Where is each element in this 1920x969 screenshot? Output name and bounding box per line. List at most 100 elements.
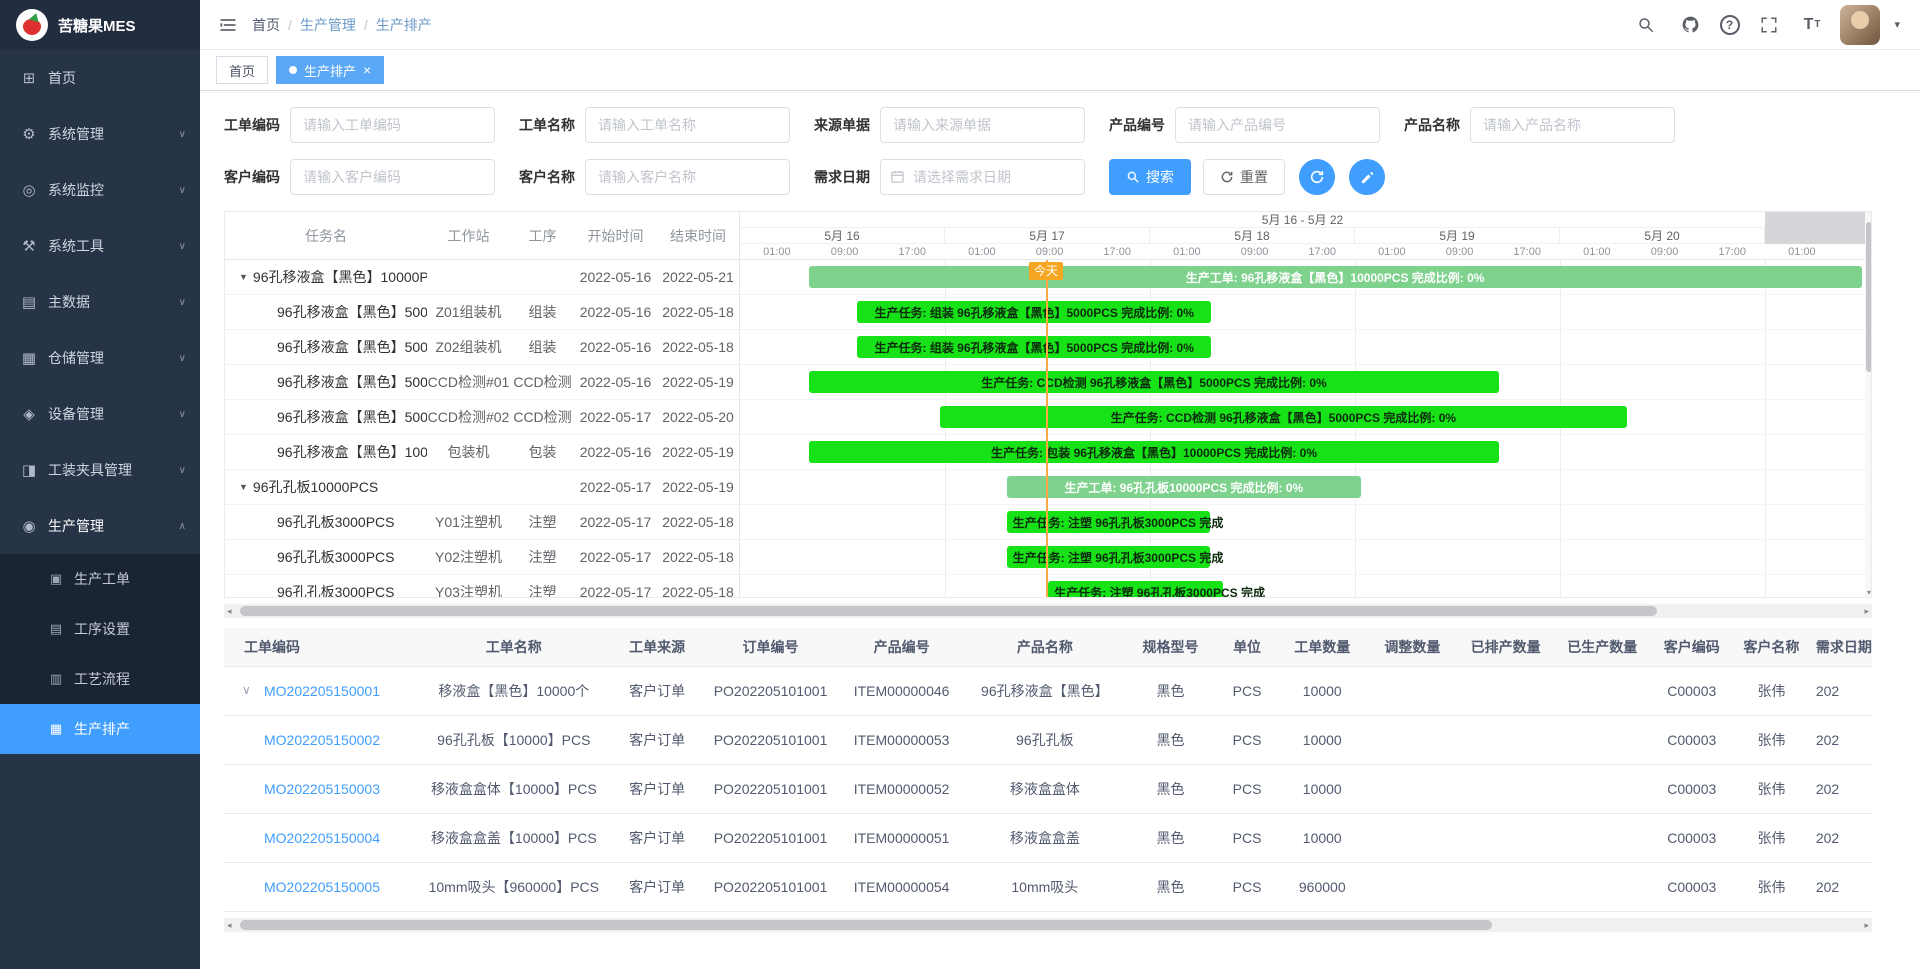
tab-close-icon[interactable]: ×	[363, 63, 371, 77]
gantt-task-row[interactable]: 96孔移液盒【黑色】5000PCSZ02组装机组装2022-05-162022-…	[225, 330, 739, 365]
breadcrumb-item[interactable]: 生产管理	[300, 15, 356, 35]
orders-horizontal-scrollbar-thumb[interactable]	[240, 920, 1492, 930]
sidebar-subitem-0[interactable]: ▣生产工单	[0, 554, 200, 604]
gantt-task-row[interactable]: 96孔移液盒【黑色】5000PCSCCD检测#02CCD检测2022-05-17…	[225, 400, 739, 435]
work-order-row[interactable]: MO202205150004移液盒盒盖【10000】PCS客户订单PO20220…	[224, 813, 1872, 862]
sidebar-subitem-3[interactable]: ▦生产排产	[0, 704, 200, 754]
work-order-row[interactable]: MO20220515000296孔孔板【10000】PCS客户订单PO20220…	[224, 715, 1872, 764]
demand-date-cell: 202	[1810, 862, 1872, 911]
scroll-left-arrow-icon[interactable]: ◂	[227, 918, 232, 932]
work-order-bar[interactable]: 生产工单: 96孔移液盒【黑色】10000PCS 完成比例: 0%	[809, 266, 1862, 288]
task-bar[interactable]: 生产任务: 包装 96孔移液盒【黑色】10000PCS 完成比例: 0%	[809, 441, 1500, 463]
filter-field: 客户编码	[224, 159, 495, 195]
gantt-vertical-scrollbar-thumb[interactable]	[1866, 222, 1872, 372]
process-cell: 注塑	[510, 512, 575, 532]
sidebar-subitem-label: 工序设置	[74, 619, 130, 639]
gantt-task-row[interactable]: 96孔移液盒【黑色】5000PCSZ01组装机组装2022-05-162022-…	[225, 295, 739, 330]
gantt-task-row[interactable]: 96孔移液盒【黑色】10000PCS包装机包装2022-05-162022-05…	[225, 435, 739, 470]
order-code-link[interactable]: MO202205150004	[264, 830, 380, 846]
gantt-vertical-scrollbar[interactable]: ▾	[1865, 212, 1872, 597]
refresh-icon	[1309, 169, 1325, 185]
scroll-right-arrow-icon[interactable]: ▸	[1864, 918, 1869, 932]
filter-input[interactable]	[585, 159, 790, 195]
gantt-task-row[interactable]: 96孔孔板3000PCSY03注塑机注塑2022-05-172022-05-18	[225, 575, 739, 597]
gantt-edit-button[interactable]	[1349, 159, 1385, 195]
task-bar[interactable]: 生产任务: CCD检测 96孔移液盒【黑色】5000PCS 完成比例: 0%	[940, 406, 1626, 428]
sidebar-subitem-2[interactable]: ▥工艺流程	[0, 654, 200, 704]
order-cell: 张伟	[1733, 715, 1810, 764]
reset-button[interactable]: 重置	[1203, 159, 1285, 195]
scroll-left-arrow-icon[interactable]: ◂	[227, 604, 232, 618]
app-logo: 苦糖果MES	[0, 0, 200, 50]
sidebar-toggle-icon[interactable]	[212, 9, 244, 41]
expand-chevron-icon[interactable]: ∨	[242, 683, 251, 697]
sidebar-item-3[interactable]: ⚒系统工具∨	[0, 218, 200, 274]
scroll-down-arrow-icon[interactable]: ▾	[1865, 588, 1872, 597]
gantt-task-row[interactable]: 96孔孔板3000PCSY01注塑机注塑2022-05-172022-05-18	[225, 505, 739, 540]
task-bar[interactable]: 生产任务: 注塑 96孔孔板3000PCS 完成	[1048, 581, 1222, 597]
bar-label: 生产任务: 包装 96孔移液盒【黑色】10000PCS 完成比例: 0%	[991, 444, 1317, 461]
chevron-down-icon: ∨	[179, 241, 186, 252]
filter-input[interactable]	[1470, 107, 1675, 143]
filter-input[interactable]	[290, 107, 495, 143]
order-code-link[interactable]: MO202205150005	[264, 879, 380, 895]
font-size-icon[interactable]: TT	[1798, 10, 1827, 40]
tab-active[interactable]: 生产排产×	[276, 56, 384, 84]
order-code-link[interactable]: MO202205150002	[264, 732, 380, 748]
gantt-task-row[interactable]: 96孔孔板3000PCSY02注塑机注塑2022-05-172022-05-18	[225, 540, 739, 575]
work-order-row[interactable]: MO20220515000510mm吸头【960000】PCS客户订单PO202…	[224, 862, 1872, 911]
search-icon[interactable]	[1631, 10, 1661, 40]
collapse-arrow-icon[interactable]: ▼	[239, 482, 248, 492]
task-name: 96孔孔板3000PCS	[277, 547, 395, 567]
work-order-row[interactable]: ∨MO202205150001移液盒【黑色】10000个客户订单PO202205…	[224, 666, 1872, 715]
scroll-right-arrow-icon[interactable]: ▸	[1864, 604, 1869, 618]
order-cell: 960000	[1277, 862, 1367, 911]
gantt-horizontal-scrollbar[interactable]: ◂ ▸	[224, 604, 1872, 618]
breadcrumb-item[interactable]: 生产排产	[376, 15, 432, 35]
help-icon[interactable]: ?	[1720, 15, 1740, 35]
sidebar-item-6[interactable]: ◈设备管理∨	[0, 386, 200, 442]
task-bar[interactable]: 生产任务: 组装 96孔移液盒【黑色】5000PCS 完成比例: 0%	[857, 336, 1211, 358]
order-code-link[interactable]: MO202205150001	[264, 683, 380, 699]
task-bar[interactable]: 生产任务: 注塑 96孔孔板3000PCS 完成	[1007, 546, 1211, 568]
order-cell: 客户订单	[611, 764, 704, 813]
sidebar-item-8[interactable]: ◉生产管理∧	[0, 498, 200, 554]
sidebar-item-1[interactable]: ⚙系统管理∨	[0, 106, 200, 162]
order-cell: 黑色	[1124, 813, 1217, 862]
order-cell: 移液盒【黑色】10000个	[417, 666, 611, 715]
avatar[interactable]	[1840, 5, 1880, 45]
time-tick: 09:00	[1651, 244, 1679, 260]
sidebar-item-7[interactable]: ◨工装夹具管理∨	[0, 442, 200, 498]
task-bar[interactable]: 生产任务: CCD检测 96孔移液盒【黑色】5000PCS 完成比例: 0%	[809, 371, 1500, 393]
filter-input[interactable]	[585, 107, 790, 143]
demand-date-input[interactable]	[880, 159, 1085, 195]
order-cell: 黑色	[1124, 862, 1217, 911]
sidebar-item-4[interactable]: ▤主数据∨	[0, 274, 200, 330]
search-button[interactable]: 搜索	[1109, 159, 1191, 195]
collapse-arrow-icon[interactable]: ▼	[239, 272, 248, 282]
gantt-task-row[interactable]: 96孔移液盒【黑色】5000PCSCCD检测#01CCD检测2022-05-16…	[225, 365, 739, 400]
filter-input[interactable]	[290, 159, 495, 195]
filter-input[interactable]	[880, 107, 1085, 143]
user-menu-caret-icon[interactable]: ▾	[1894, 18, 1900, 31]
work-order-bar[interactable]: 生产工单: 96孔孔板10000PCS 完成比例: 0%	[1007, 476, 1361, 498]
task-bar[interactable]: 生产任务: 注塑 96孔孔板3000PCS 完成	[1007, 511, 1211, 533]
orders-horizontal-scrollbar[interactable]: ◂ ▸	[224, 918, 1872, 932]
github-icon[interactable]	[1675, 9, 1706, 40]
time-tick: 09:00	[1446, 244, 1474, 260]
filter-input[interactable]	[1175, 107, 1380, 143]
gantt-task-row[interactable]: ▼96孔移液盒【黑色】10000PCS2022-05-162022-05-21	[225, 260, 739, 295]
sidebar-item-5[interactable]: ▦仓储管理∨	[0, 330, 200, 386]
gantt-horizontal-scrollbar-thumb[interactable]	[240, 606, 1657, 616]
work-order-row[interactable]: MO202205150003移液盒盒体【10000】PCS客户订单PO20220…	[224, 764, 1872, 813]
fullscreen-icon[interactable]	[1754, 10, 1784, 40]
sidebar-item-2[interactable]: ◎系统监控∨	[0, 162, 200, 218]
gantt-task-row[interactable]: ▼96孔孔板10000PCS2022-05-172022-05-19	[225, 470, 739, 505]
sidebar-item-0[interactable]: ⊞首页	[0, 50, 200, 106]
task-bar[interactable]: 生产任务: 组装 96孔移液盒【黑色】5000PCS 完成比例: 0%	[857, 301, 1211, 323]
date-input-wrap	[880, 159, 1085, 195]
sidebar-subitem-1[interactable]: ▤工序设置	[0, 604, 200, 654]
tab-item[interactable]: 首页	[216, 56, 268, 84]
gantt-refresh-button[interactable]	[1299, 159, 1335, 195]
order-code-link[interactable]: MO202205150003	[264, 781, 380, 797]
